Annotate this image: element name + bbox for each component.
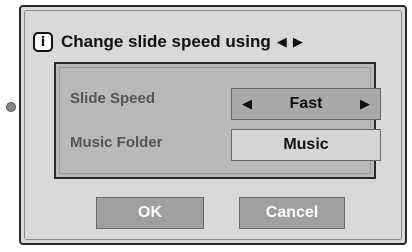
slide-speed-label: Slide Speed (70, 90, 156, 107)
dialog-title-row: i Change slide speed using ◀ ▶ (33, 29, 304, 55)
music-folder-label: Music Folder (70, 134, 163, 151)
slide-speed-selector[interactable]: ◀ Fast ▶ (231, 88, 381, 120)
slide-speed-value: Fast (289, 95, 323, 112)
dialog-title: Change slide speed using (61, 32, 271, 51)
music-folder-value: Music (283, 136, 329, 153)
ok-button[interactable]: OK (96, 197, 204, 229)
left-arrow-icon[interactable]: ◀ (242, 97, 252, 112)
right-arrow-icon[interactable]: ▶ (360, 97, 370, 112)
music-folder-field[interactable]: Music (231, 129, 381, 161)
side-indicator-dot (6, 102, 16, 112)
info-icon: i (33, 32, 53, 52)
slideshow-settings-dialog: i Change slide speed using ◀ ▶ Slide Spe… (19, 5, 407, 245)
settings-panel: Slide Speed ◀ Fast ▶ Music Folder Music (54, 62, 381, 179)
left-right-arrows-icon: ◀ ▶ (276, 34, 304, 50)
cancel-button[interactable]: Cancel (239, 197, 345, 229)
